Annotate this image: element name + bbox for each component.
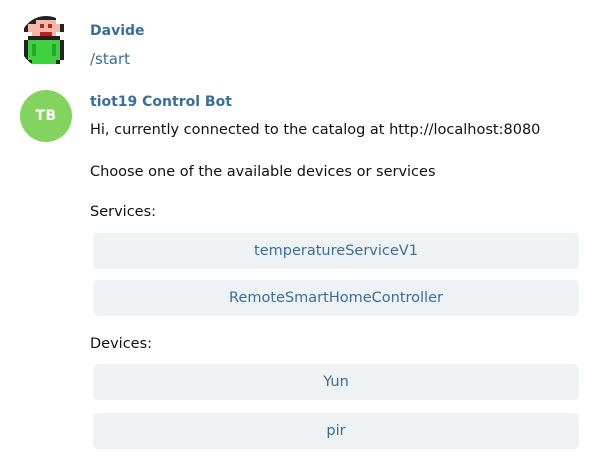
service-button-remote-smart-home[interactable]: RemoteSmartHomeController (93, 280, 579, 316)
connection-info-text: Hi, currently connected to the catalog a… (90, 122, 541, 138)
start-command-text[interactable]: /start (90, 50, 130, 68)
user-avatar[interactable] (20, 16, 72, 68)
user-sender-name[interactable]: Davide (90, 23, 145, 39)
devices-label: Devices: (90, 336, 153, 352)
bot-avatar[interactable]: TB (20, 90, 72, 142)
bot-sender-name[interactable]: tiot19 Control Bot (90, 94, 232, 110)
services-label: Services: (90, 204, 157, 220)
device-button-pir[interactable]: pir (93, 413, 579, 449)
chat-history: Davide /start TB tiot19 Control Bot Hi, … (0, 0, 589, 473)
user-message: Davide /start (0, 10, 589, 80)
service-button-temperature[interactable]: temperatureServiceV1 (93, 233, 579, 269)
choose-prompt-text: Choose one of the available devices or s… (90, 164, 436, 180)
pixel-character-icon (24, 16, 64, 64)
bot-message: TB tiot19 Control Bot Hi, currently conn… (0, 88, 589, 468)
device-button-yun[interactable]: Yun (93, 364, 579, 400)
